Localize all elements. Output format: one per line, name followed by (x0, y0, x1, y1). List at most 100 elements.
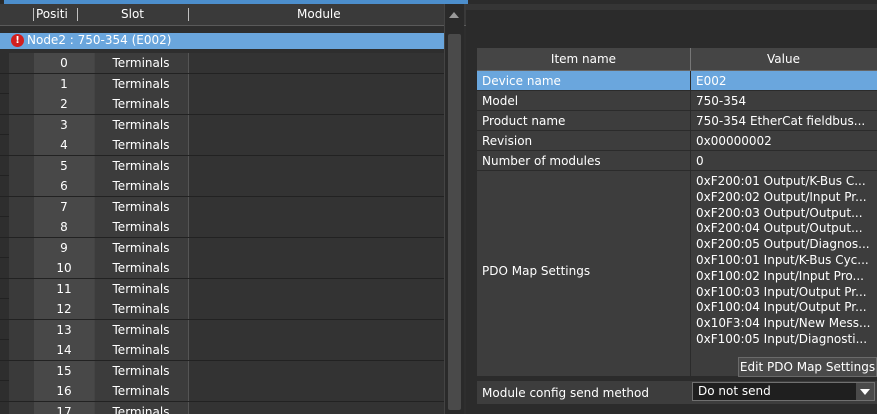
position-value: 8 (60, 220, 68, 234)
property-label: Model (482, 94, 519, 108)
send-method-select[interactable]: Do not send (692, 382, 875, 401)
slot-rows: 0 Terminals 1 Terminals 2 Terminals 3 Terminals… (0, 53, 444, 414)
properties-pane: Item name Value Device name E002 Model 7… (466, 4, 877, 414)
module-cell[interactable] (189, 155, 444, 176)
property-label: PDO Map Settings (482, 264, 591, 278)
table-row[interactable]: 1 Terminals (0, 73, 444, 94)
position-value: 4 (60, 138, 68, 152)
property-label: Revision (482, 134, 533, 148)
slot-value: Terminals (112, 117, 170, 132)
pdo-entry: 0xF200:03 Output/Output... (696, 205, 863, 220)
header-module[interactable]: Module (297, 7, 341, 21)
slot-value: Terminals (112, 384, 170, 398)
column-separator[interactable] (188, 8, 189, 21)
row-header-cell (9, 176, 34, 196)
table-row[interactable]: 0 Terminals (0, 53, 444, 74)
property-row-device-name[interactable]: Device name E002 (477, 71, 877, 91)
pdo-entry: 0xF200:01 Output/K-Bus C... (696, 174, 866, 188)
module-cell[interactable] (189, 196, 444, 217)
table-row[interactable]: 3 Terminals (0, 114, 444, 135)
slot-table-scrollbar[interactable] (444, 4, 464, 414)
table-row[interactable]: 6 Terminals (0, 176, 444, 197)
slot-value: Terminals (112, 158, 170, 173)
header-position[interactable]: Positi (36, 7, 68, 21)
slot-value: Terminals (112, 261, 170, 275)
pdo-entry: 0x10F3:04 Input/New Mess... (696, 316, 871, 331)
header-slot[interactable]: Slot (121, 7, 144, 21)
table-row[interactable]: 11 Terminals (0, 278, 444, 299)
column-separator[interactable] (77, 8, 78, 21)
properties-toolbar-band (466, 4, 877, 10)
module-cell[interactable] (189, 53, 444, 73)
property-row-send-method[interactable]: Module config send method Do not send (477, 381, 877, 404)
error-alert-icon: ! (11, 34, 24, 47)
position-value: 15 (56, 363, 72, 378)
edit-pdo-map-settings-button[interactable]: Edit PDO Map Settings (738, 357, 877, 377)
table-row[interactable]: 9 Terminals (0, 237, 444, 258)
column-separator[interactable] (33, 8, 34, 21)
position-value: 1 (60, 76, 68, 91)
position-value: 16 (56, 384, 72, 398)
slot-value: Terminals (112, 76, 170, 91)
row-header-cell (9, 94, 34, 114)
table-row[interactable]: 16 Terminals (0, 381, 444, 402)
table-row[interactable]: 4 Terminals (0, 135, 444, 156)
module-cell[interactable] (189, 217, 444, 237)
module-cell[interactable] (189, 319, 444, 340)
dropdown-button[interactable] (856, 383, 874, 400)
pdo-entry-list: 0xF200:01 Output/K-Bus C... 0xF200:02 Out… (696, 174, 870, 348)
table-row[interactable]: 10 Terminals (0, 258, 444, 279)
scroll-thumb[interactable] (448, 34, 461, 410)
module-cell[interactable] (189, 114, 444, 135)
property-row-revision[interactable]: Revision 0x00000002 (477, 131, 877, 151)
row-header-cell (9, 258, 34, 278)
position-value: 6 (60, 179, 68, 193)
module-cell[interactable] (189, 94, 444, 114)
table-row[interactable]: 7 Terminals (0, 196, 444, 217)
property-row-pdo-map[interactable]: PDO Map Settings 0xF200:01 Output/K-Bus … (477, 171, 877, 377)
property-row-model[interactable]: Model 750-354 (477, 91, 877, 111)
property-label: Number of modules (482, 154, 601, 168)
slot-value: Terminals (112, 138, 170, 152)
module-cell[interactable] (189, 360, 444, 381)
table-row[interactable]: 14 Terminals (0, 340, 444, 361)
node-row[interactable]: ! Node2 : 750-354 (E002) (0, 33, 444, 49)
table-row[interactable]: 5 Terminals (0, 155, 444, 176)
module-cell[interactable] (189, 340, 444, 360)
scroll-up-arrow-icon[interactable] (449, 12, 459, 18)
pdo-entry: 0xF100:04 Input/Output Pr... (696, 300, 867, 315)
module-cell[interactable] (189, 299, 444, 319)
pdo-entry: 0xF100:01 Input/K-Bus Cyc... (696, 252, 869, 267)
position-value: 11 (56, 281, 72, 296)
slot-value: Terminals (112, 343, 170, 357)
slot-value: Terminals (112, 240, 170, 255)
property-value: 750-354 (696, 94, 747, 108)
row-header-cell (9, 217, 34, 237)
module-cell[interactable] (189, 176, 444, 196)
property-row-number-of-modules[interactable]: Number of modules 0 (477, 151, 877, 171)
position-value: 14 (56, 343, 72, 357)
node-label: Node2 : 750-354 (E002) (27, 33, 172, 47)
module-cell[interactable] (189, 73, 444, 94)
slot-value: Terminals (112, 179, 170, 193)
pdo-entry: 0xF200:05 Output/Diagnos... (696, 237, 870, 252)
property-value[interactable]: E002 (696, 74, 727, 88)
table-row[interactable]: 2 Terminals (0, 94, 444, 115)
row-header-cell (9, 278, 34, 299)
table-row[interactable]: 15 Terminals (0, 360, 444, 381)
row-header-cell (9, 155, 34, 176)
table-row[interactable]: 13 Terminals (0, 319, 444, 340)
table-row[interactable]: 12 Terminals (0, 299, 444, 320)
row-header-cell (9, 53, 34, 73)
property-row-product-name[interactable]: Product name 750-354 EtherCat fieldbus..… (477, 111, 877, 131)
module-cell[interactable] (189, 135, 444, 155)
position-value: 12 (56, 302, 72, 316)
row-header-cell (9, 114, 34, 135)
module-cell[interactable] (189, 278, 444, 299)
module-cell[interactable] (189, 401, 444, 414)
table-row[interactable]: 17 Terminals (0, 401, 444, 414)
module-cell[interactable] (189, 258, 444, 278)
module-cell[interactable] (189, 381, 444, 401)
module-cell[interactable] (189, 237, 444, 258)
table-row[interactable]: 8 Terminals (0, 217, 444, 238)
